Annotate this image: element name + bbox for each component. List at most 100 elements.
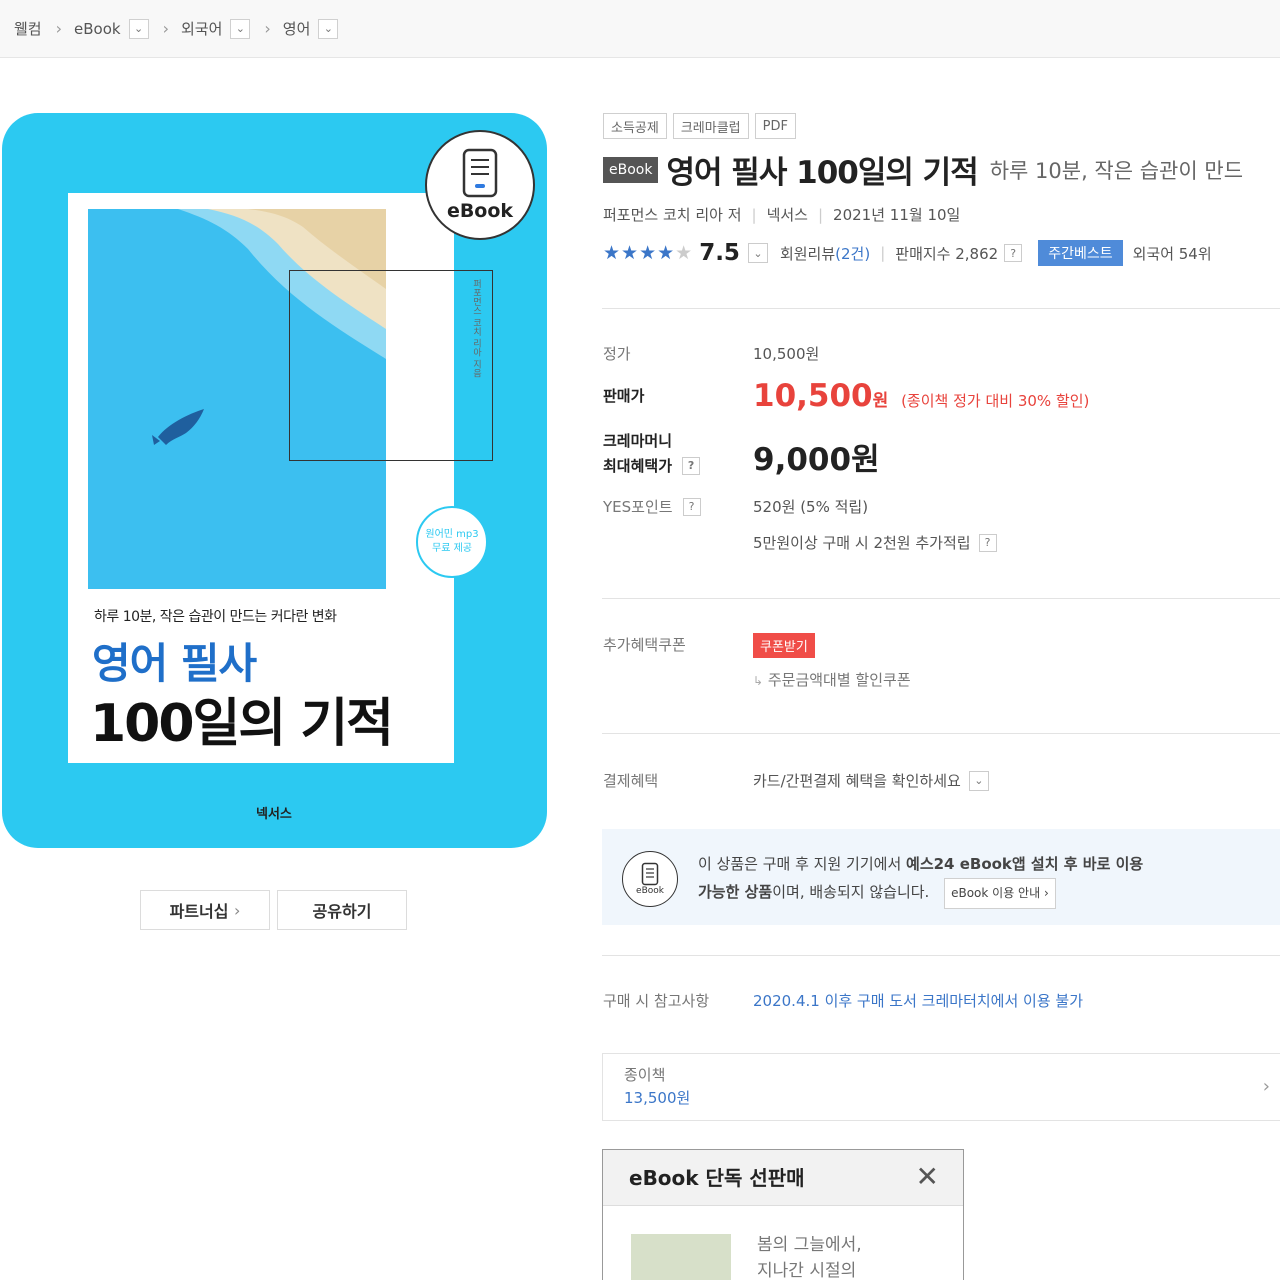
notice-text-2: 이며, 배송되지 않습니다. xyxy=(772,883,930,901)
breadcrumb-english-label[interactable]: 영어 xyxy=(283,18,311,39)
review-label[interactable]: 회원리뷰 xyxy=(780,245,835,263)
list-price-value: 10,500원 xyxy=(753,345,820,363)
ebook-notice-icon: eBook xyxy=(622,851,678,907)
cover-author-vertical: 퍼포먼스 코치 리아 지음 xyxy=(471,279,481,378)
presale-popup: eBook 단독 선판매 ✕ 봄의 그늘에서, 지나간 시절의 xyxy=(602,1149,964,1280)
breadcrumb-foreign-language[interactable]: 외국어 ⌄ xyxy=(181,18,251,39)
ebook-badge-label: eBook xyxy=(446,200,514,222)
notice-bold-2: 가능한 상품 xyxy=(698,883,773,901)
popup-line-1[interactable]: 봄의 그늘에서, xyxy=(757,1235,862,1255)
chevron-down-icon[interactable]: ⌄ xyxy=(318,18,339,39)
tag-tax-deduction: 소득공제 xyxy=(603,113,667,139)
product-meta: 퍼포먼스 코치 리아 저 | 넥서스 | 2021년 11월 10일 xyxy=(603,204,960,225)
close-icon[interactable]: ✕ xyxy=(916,1160,939,1193)
breadcrumb-home-label[interactable]: 웰컴 xyxy=(14,18,42,39)
member-review-link[interactable]: 회원리뷰(2건) xyxy=(780,243,870,264)
breadcrumb-ebook-label[interactable]: eBook xyxy=(74,20,121,38)
ebook-guide-link-label[interactable]: eBook 이용 안내 xyxy=(951,886,1040,900)
chevron-down-icon[interactable]: ⌄ xyxy=(747,243,768,263)
cover-publisher: 넥서스 xyxy=(256,807,292,822)
product-tags: 소득공제 크레마클럽 PDF xyxy=(603,113,796,139)
share-button[interactable]: 공유하기 xyxy=(277,890,407,930)
rating-score: 7.5 xyxy=(699,240,740,266)
publish-date: 2021년 11월 10일 xyxy=(833,206,961,224)
divider xyxy=(602,598,1280,599)
list-price-label: 정가 xyxy=(603,345,631,363)
coupon-button[interactable]: 쿠폰받기 xyxy=(753,633,815,658)
ebook-badge: eBook xyxy=(425,130,535,240)
sales-index: 판매지수 2,862 xyxy=(895,244,999,263)
paper-book-label: 종이책 xyxy=(624,1066,666,1084)
chevron-down-icon[interactable]: ⌄ xyxy=(230,18,251,39)
corner-arrow-icon: ↳ xyxy=(753,674,764,688)
paper-book-price: 13,500원 xyxy=(624,1089,691,1107)
review-count[interactable]: (2건) xyxy=(835,245,870,263)
payment-label: 결제혜택 xyxy=(603,772,659,790)
ebook-notice-icon-label: eBook xyxy=(636,886,664,896)
payment-benefit[interactable]: 카드/간편결제 혜택을 확인하세요 ⌄ xyxy=(753,770,989,791)
crema-label-1: 크레마머니 xyxy=(603,432,673,450)
help-icon[interactable]: ? xyxy=(682,497,701,516)
author-link[interactable]: 퍼포먼스 코치 리아 저 xyxy=(603,204,742,225)
paper-book-option[interactable]: 종이책 13,500원 › xyxy=(602,1053,1280,1121)
popup-title: eBook 단독 선판매 xyxy=(629,1166,805,1190)
breadcrumb-home[interactable]: 웰컴 xyxy=(14,18,42,39)
product-title-row: eBook 영어 필사 100일의 기적 하루 10분, 작은 습관이 만드 xyxy=(603,147,1243,192)
divider xyxy=(602,733,1280,734)
partnership-button[interactable]: 파트너십 › xyxy=(140,890,270,930)
bestseller-tag[interactable]: 주간베스트 xyxy=(1038,240,1123,266)
popup-line-2[interactable]: 지나간 시절의 xyxy=(757,1261,856,1280)
breadcrumb-ebook[interactable]: eBook ⌄ xyxy=(74,18,149,39)
product-subtitle: 하루 10분, 작은 습관이 만드 xyxy=(989,158,1244,183)
payment-value[interactable]: 카드/간편결제 혜택을 확인하세요 xyxy=(753,770,961,791)
cover-subtitle: 하루 10분, 작은 습관이 만드는 커다란 변화 xyxy=(94,609,337,625)
cover-audio-stamp: 원어민 mp3 무료 제공 xyxy=(416,506,488,578)
chevron-down-icon[interactable]: ⌄ xyxy=(128,18,149,39)
crema-price-amount: 9,000 xyxy=(753,442,852,478)
divider: | xyxy=(817,205,824,224)
chevron-right-icon: › xyxy=(1043,886,1049,900)
ebook-notice: eBook 이 상품은 구매 후 지원 기기에서 예스24 eBook앱 설치 … xyxy=(602,829,1280,925)
purchase-note-label: 구매 시 참고사항 xyxy=(603,992,710,1010)
crema-price: 9,000원 xyxy=(753,434,880,479)
ebook-guide-link[interactable]: eBook 이용 안내 › xyxy=(944,878,1056,909)
sale-price-label: 판매가 xyxy=(603,387,645,405)
chevron-right-icon: › xyxy=(55,19,63,38)
ebook-device-icon xyxy=(462,148,498,198)
sale-price-unit: 원 xyxy=(872,391,889,411)
product-title: 영어 필사 100일의 기적 xyxy=(666,155,978,191)
coupon-label: 추가혜택쿠폰 xyxy=(603,636,686,654)
points-extra-row: 5만원이상 구매 시 2천원 추가적립? xyxy=(753,532,997,553)
purchase-note-value[interactable]: 2020.4.1 이후 구매 도서 크레마터치에서 이용 불가 xyxy=(753,990,1083,1011)
sale-price: 10,500원 (종이책 정가 대비 30% 할인) xyxy=(753,378,1089,414)
coupon-note[interactable]: 주문금액대별 할인쿠폰 xyxy=(768,671,911,689)
chevron-down-icon[interactable]: ⌄ xyxy=(968,770,989,791)
breadcrumb-english[interactable]: 영어 ⌄ xyxy=(283,18,339,39)
breadcrumb-foreign-language-label[interactable]: 외국어 xyxy=(181,18,222,39)
chevron-right-icon[interactable]: › xyxy=(1263,1076,1270,1097)
divider: | xyxy=(751,205,757,224)
points-value: 520원 (5% 적립) xyxy=(753,498,869,516)
chevron-right-icon: › xyxy=(264,19,271,38)
format-chip: eBook xyxy=(603,156,659,183)
crema-price-unit: 원 xyxy=(851,442,880,478)
crema-label-2-row: 최대혜택가? xyxy=(603,455,701,476)
publisher-link[interactable]: 넥서스 xyxy=(767,204,808,225)
partnership-button-label: 파트너십 xyxy=(169,902,229,921)
coupon-note-row[interactable]: ↳ 주문금액대별 할인쿠폰 xyxy=(753,669,911,690)
divider xyxy=(602,955,1280,956)
popup-header: eBook 단독 선판매 ✕ xyxy=(603,1150,963,1206)
help-icon[interactable]: ? xyxy=(682,456,701,475)
help-icon[interactable]: ? xyxy=(1004,244,1023,262)
notice-bold-1: 예스24 eBook앱 설치 후 바로 이용 xyxy=(906,855,1144,873)
help-icon[interactable]: ? xyxy=(978,533,997,552)
ebook-notice-text: 이 상품은 구매 후 지원 기기에서 예스24 eBook앱 설치 후 바로 이… xyxy=(698,851,1143,909)
notice-text-1: 이 상품은 구매 후 지원 기기에서 xyxy=(698,855,907,873)
sale-price-amount: 10,500 xyxy=(753,378,873,414)
tag-crema-club: 크레마클럽 xyxy=(672,113,749,139)
chevron-right-icon: › xyxy=(162,19,169,38)
popup-book-text[interactable]: 봄의 그늘에서, 지나간 시절의 xyxy=(757,1232,862,1280)
bestseller-rank[interactable]: 외국어 54위 xyxy=(1133,243,1212,264)
stamp-line-2: 무료 제공 xyxy=(432,543,472,554)
popup-book-thumbnail[interactable] xyxy=(631,1234,731,1280)
